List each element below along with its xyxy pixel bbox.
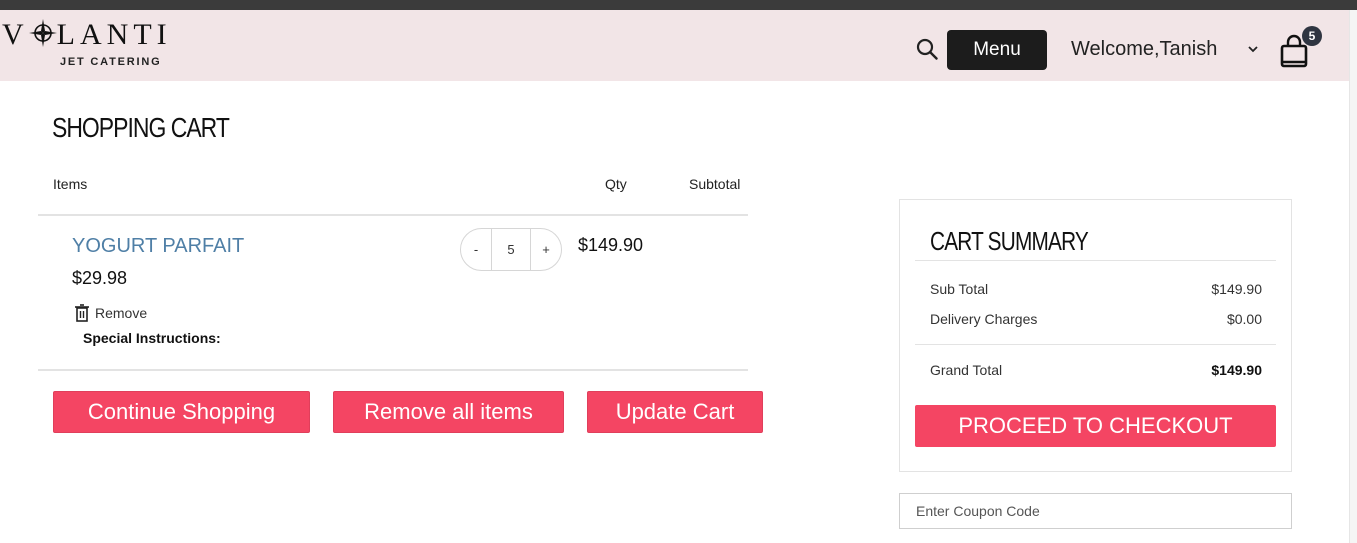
special-instructions-label: Special Instructions: (83, 330, 221, 346)
remove-label: Remove (95, 305, 148, 321)
compass-icon (28, 19, 57, 47)
increase-qty-button[interactable]: + (531, 229, 561, 270)
delivery-charges-value: $0.00 (1226, 311, 1262, 327)
decrease-qty-button[interactable]: - (461, 229, 491, 270)
logo-wordmark: V LANTI (2, 18, 172, 51)
subtotal-value: $149.90 (1211, 281, 1262, 297)
cart-count-badge: 5 (1302, 26, 1322, 46)
browser-top-strip (0, 0, 1357, 10)
cart-item-price: $29.98 (72, 268, 128, 288)
brand-logo[interactable]: V LANTI JET CATERING (0, 18, 180, 74)
subtotal-label: Sub Total (930, 281, 989, 297)
divider (38, 369, 748, 371)
chevron-down-icon[interactable] (1247, 44, 1259, 54)
remove-item-button[interactable]: Remove (74, 303, 147, 323)
page-title: SHOPPING CART (52, 112, 230, 143)
cart-item-subtotal: $149.90 (578, 235, 644, 255)
cart-summary-title: CART SUMMARY (930, 226, 1089, 256)
divider (915, 260, 1276, 261)
page-scrollbar[interactable] (1349, 10, 1357, 543)
user-welcome-dropdown[interactable]: Welcome,Tanish (1071, 38, 1217, 61)
grand-total-value: $149.90 (1211, 362, 1262, 378)
cart-item-name[interactable]: YOGURT PARFAIT (72, 235, 244, 258)
delivery-charges-label: Delivery Charges (930, 311, 1038, 327)
divider (38, 214, 748, 216)
column-header-subtotal: Subtotal (689, 176, 741, 192)
delivery-charges-row: Delivery Charges $0.00 (930, 311, 1262, 327)
continue-shopping-button[interactable]: Continue Shopping (53, 391, 310, 433)
column-header-items: Items (53, 176, 88, 192)
menu-button[interactable]: Menu (947, 30, 1047, 70)
quantity-stepper: - 5 + (460, 228, 562, 271)
column-header-qty: Qty (605, 176, 627, 192)
grand-total-label: Grand Total (930, 362, 1003, 378)
quantity-input[interactable]: 5 (491, 229, 531, 270)
grand-total-row: Grand Total $149.90 (930, 362, 1262, 378)
subtotal-row: Sub Total $149.90 (930, 281, 1262, 297)
trash-icon (75, 304, 89, 322)
proceed-to-checkout-button[interactable]: PROCEED TO CHECKOUT (915, 405, 1276, 447)
divider (915, 344, 1276, 345)
coupon-code-input[interactable] (899, 493, 1292, 529)
update-cart-button[interactable]: Update Cart (587, 391, 763, 433)
search-icon[interactable] (916, 38, 938, 60)
logo-tagline: JET CATERING (60, 56, 162, 68)
remove-all-items-button[interactable]: Remove all items (333, 391, 564, 433)
